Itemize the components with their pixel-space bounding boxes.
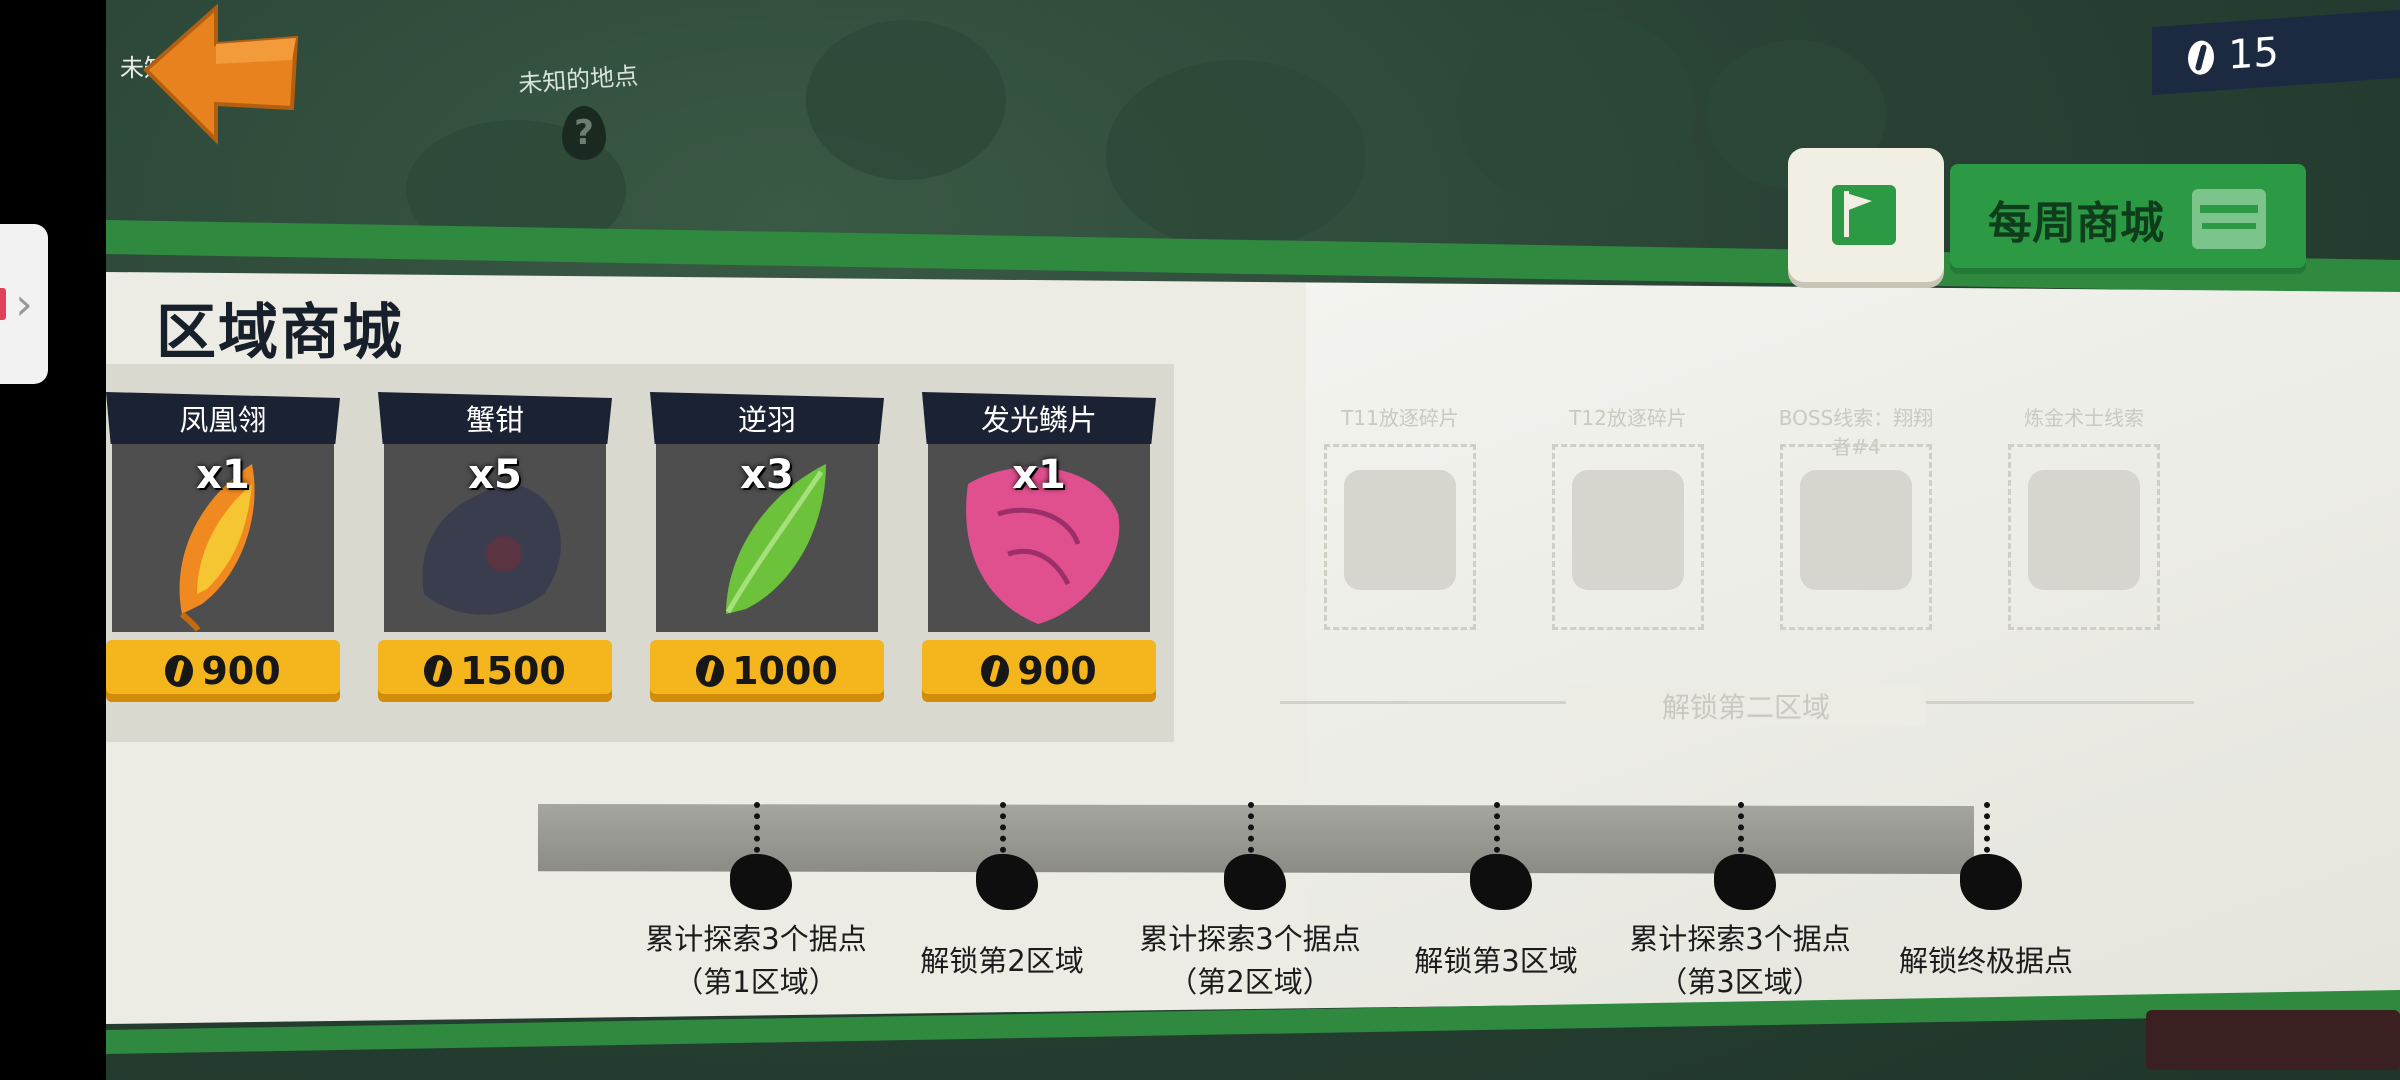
item-quantity: x1	[1012, 452, 1066, 498]
item-quantity: x5	[468, 452, 522, 498]
locked-item: 炼金术士线索	[1998, 392, 2170, 652]
milestone-label: 解锁第3区域	[1414, 944, 1578, 978]
locked-hint: 解锁第二区域	[1566, 686, 1926, 726]
shop-item-glowing-scale[interactable]: 发光鳞片 x1 900	[922, 392, 1156, 704]
shop-item-crab-claw[interactable]: 蟹钳 x5 1500	[378, 392, 612, 704]
item-price: 1500	[460, 649, 566, 693]
flag-icon	[1832, 185, 1896, 245]
left-system-bar	[0, 0, 106, 1080]
locked-item: BOSS线索：翔翔者#4	[1770, 392, 1942, 652]
handle-indicator	[0, 288, 6, 320]
chest-icon	[2192, 189, 2266, 249]
locked-item-name: T12放逐碎片	[1569, 406, 1687, 430]
page-title: 区域商城	[156, 298, 404, 368]
locked-item-silhouette	[2028, 470, 2140, 590]
item-price: 900	[201, 649, 281, 693]
tab-region-shop[interactable]	[1788, 148, 1944, 282]
locked-item: T11放逐碎片	[1314, 392, 1486, 652]
locked-item-silhouette	[1572, 470, 1684, 590]
seed-currency-icon	[2188, 39, 2214, 76]
milestone-label: 解锁第2区域	[920, 944, 1084, 978]
milestone-label: 累计探索3个据点（第1区域）	[645, 922, 867, 999]
buy-button[interactable]: 1000	[650, 640, 884, 702]
unknown-location-label: 未知的地点	[517, 61, 640, 99]
item-price: 900	[1017, 649, 1097, 693]
game-scene: 未知 未知的地点 ? 15 每周商城 区域商城 凤凰翎 x1 900 蟹钳 x5…	[106, 0, 2400, 1080]
buy-button[interactable]: 1500	[378, 640, 612, 702]
back-button[interactable]	[136, 0, 306, 160]
currency-amount: 15	[2228, 29, 2279, 79]
milestone-label: 累计探索3个据点（第2区域）	[1139, 922, 1361, 999]
back-arrow-icon	[143, 3, 299, 145]
seed-coin-icon	[165, 655, 194, 687]
seed-coin-icon	[424, 655, 453, 687]
bottom-right-button[interactable]	[2146, 1010, 2400, 1070]
currency-display: 15	[2152, 8, 2400, 96]
foliage-decoration	[1106, 60, 1366, 250]
shop-item-reverse-feather[interactable]: 逆羽 x3 1000	[650, 392, 884, 704]
item-name: 发光鳞片	[922, 392, 1156, 444]
shop-item-phoenix-feather[interactable]: 凤凰翎 x1 900	[106, 392, 340, 704]
seed-coin-icon	[981, 655, 1010, 687]
item-quantity: x1	[196, 452, 250, 498]
locked-item-silhouette	[1344, 470, 1456, 590]
weekly-shop-label: 每周商城	[1988, 198, 2164, 249]
locked-item-name: T11放逐碎片	[1341, 406, 1459, 430]
item-name: 逆羽	[650, 392, 884, 444]
chevron-right-icon: ›	[15, 278, 33, 330]
item-price: 1000	[732, 649, 838, 693]
item-name: 凤凰翎	[106, 392, 340, 444]
buy-button[interactable]: 900	[106, 640, 340, 702]
tab-weekly-shop[interactable]: 每周商城	[1950, 164, 2306, 274]
side-drawer-handle[interactable]: ›	[0, 224, 48, 384]
seed-coin-icon	[696, 655, 725, 687]
milestone-label: 解锁终极据点	[1898, 944, 2073, 978]
item-name: 蟹钳	[378, 392, 612, 444]
locked-item-name: 炼金术士线索	[2024, 406, 2144, 430]
unknown-location-marker[interactable]: ?	[562, 106, 606, 160]
item-quantity: x3	[740, 452, 794, 498]
locked-item: T12放逐碎片	[1542, 392, 1714, 652]
buy-button[interactable]: 900	[922, 640, 1156, 702]
milestone-label: 累计探索3个据点（第3区域）	[1629, 922, 1851, 999]
foliage-decoration	[806, 20, 1006, 180]
foliage-decoration	[1456, 10, 1696, 210]
locked-item-silhouette	[1800, 470, 1912, 590]
